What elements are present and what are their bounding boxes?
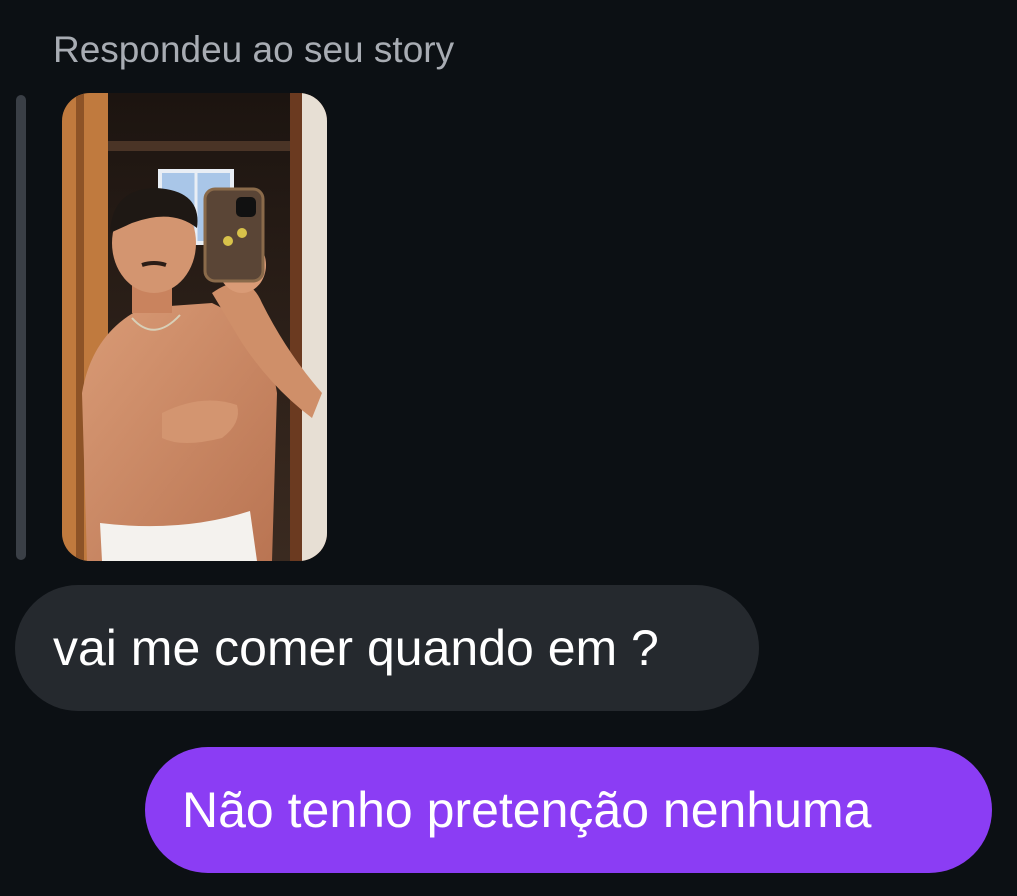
photo-icon — [62, 93, 327, 561]
reply-indicator-bar — [16, 95, 26, 560]
story-thumbnail[interactable] — [62, 93, 327, 561]
sent-message-text: Não tenho pretenção nenhuma — [182, 782, 872, 838]
sent-message-bubble[interactable]: Não tenho pretenção nenhuma — [145, 747, 992, 873]
received-message-bubble[interactable]: vai me comer quando em ? — [15, 585, 759, 711]
received-message-text: vai me comer quando em ? — [53, 620, 659, 676]
story-reply-label: Respondeu ao seu story — [53, 29, 455, 70]
